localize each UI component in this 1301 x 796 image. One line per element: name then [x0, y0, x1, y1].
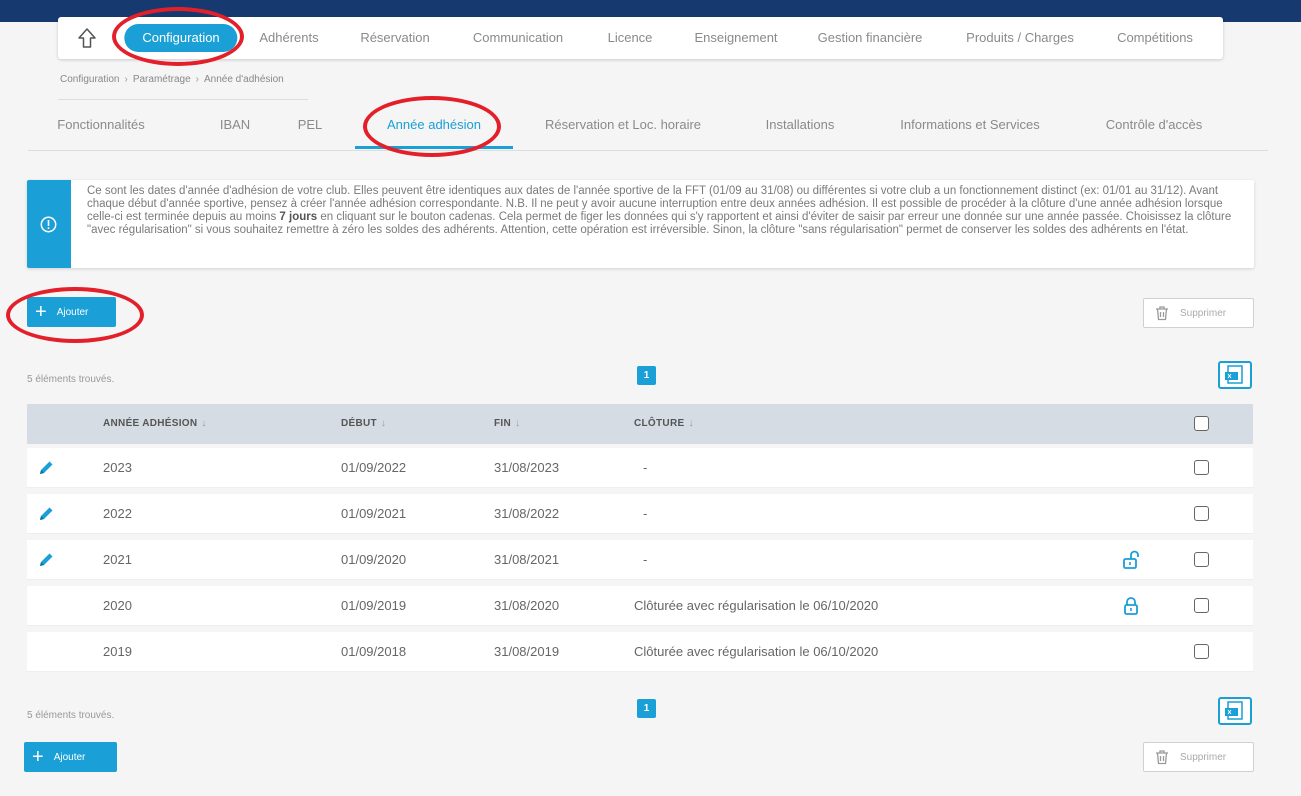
add-button-label: Ajouter	[56, 306, 89, 318]
table-header: ANNÉE ADHÉSION ↓ DÉBUT ↓ FIN ↓ CLÔTURE ↓	[27, 404, 1253, 444]
delete-button-top[interactable]: Supprimer	[1143, 298, 1254, 328]
nav-tab-competitions[interactable]: Compétitions	[1117, 17, 1193, 59]
breadcrumb-item-parametrage[interactable]: Paramétrage	[133, 74, 191, 85]
row-checkbox[interactable]	[1194, 644, 1209, 659]
table-row: 2021 01/09/2020 31/08/2021 -	[27, 540, 1253, 580]
excel-export-button-top[interactable]	[1218, 361, 1252, 389]
subtab-iban[interactable]: IBAN	[220, 117, 250, 132]
cell-end: 31/08/2022	[494, 506, 560, 521]
subtab-annee-adhesion[interactable]: Année adhésion	[387, 117, 481, 132]
delete-button-label: Supprimer	[1180, 751, 1227, 763]
breadcrumb-divider	[58, 99, 308, 100]
cell-start: 01/09/2021	[341, 506, 407, 521]
nav-tab-communication[interactable]: Communication	[473, 17, 563, 59]
subtab-installations[interactable]: Installations	[766, 117, 835, 132]
info-box: Ce sont les dates d'année d'adhésion de …	[27, 180, 1254, 268]
cell-end: 31/08/2020	[494, 598, 560, 613]
cell-start: 01/09/2020	[341, 552, 407, 567]
breadcrumb-item-configuration[interactable]: Configuration	[60, 74, 119, 85]
subtab-fonctionnalites[interactable]: Fonctionnalités	[57, 117, 144, 132]
breadcrumb-separator: ›	[195, 74, 199, 85]
locked-padlock-icon	[1124, 597, 1138, 615]
results-count-bottom: 5 éléments trouvés.	[27, 710, 115, 721]
nav-tab-produits-charges[interactable]: Produits / Charges	[966, 17, 1074, 59]
table-row: 2020 01/09/2019 31/08/2020 Clôturée avec…	[27, 586, 1253, 626]
delete-button-bottom[interactable]: Supprimer	[1143, 742, 1254, 772]
column-header-debut[interactable]: DÉBUT ↓	[341, 404, 386, 444]
subtab-pel[interactable]: PEL	[298, 117, 323, 132]
table-row: 2023 01/09/2022 31/08/2023 -	[27, 448, 1253, 488]
subtab-informations-services[interactable]: Informations et Services	[900, 117, 1039, 132]
add-button-bottom[interactable]: + Ajouter	[24, 742, 117, 772]
column-header-cloture[interactable]: CLÔTURE ↓	[634, 404, 694, 444]
edit-pencil-icon[interactable]	[37, 505, 55, 523]
cell-year: 2020	[103, 598, 132, 613]
cell-closure: Clôturée avec régularisation le 06/10/20…	[634, 598, 879, 613]
nav-tab-licence[interactable]: Licence	[608, 17, 653, 59]
sort-arrow-icon: ↓	[380, 418, 387, 429]
info-text: Ce sont les dates d'année d'adhésion de …	[87, 185, 1232, 236]
trash-icon	[1156, 750, 1168, 765]
main-nav: Configuration Adhérents Réservation Comm…	[58, 17, 1223, 59]
cell-closure: -	[643, 552, 648, 567]
subtab-controle-acces[interactable]: Contrôle d'accès	[1106, 117, 1202, 132]
subtab-divider	[28, 150, 1268, 151]
subtab-reservation-loc[interactable]: Réservation et Loc. horaire	[545, 117, 701, 132]
pagination-page-1-bottom[interactable]: 1	[637, 699, 656, 718]
delete-button-label: Supprimer	[1180, 307, 1227, 319]
nav-tab-configuration[interactable]: Configuration	[124, 24, 238, 52]
exclamation-circle-icon	[40, 216, 57, 233]
table-row: 2019 01/09/2018 31/08/2019 Clôturée avec…	[27, 632, 1253, 672]
cell-year: 2021	[103, 552, 132, 567]
cell-closure: -	[643, 506, 648, 521]
nav-tab-gestion-financiere[interactable]: Gestion financière	[818, 17, 923, 59]
cell-end: 31/08/2021	[494, 552, 560, 567]
sort-arrow-icon: ↓	[515, 418, 521, 429]
cell-start: 01/09/2022	[341, 460, 407, 475]
breadcrumb-item-annee: Année d'adhésion	[203, 74, 284, 85]
select-all-checkbox[interactable]	[1194, 416, 1209, 431]
column-header-annee[interactable]: ANNÉE ADHÉSION ↓	[103, 404, 207, 444]
unlocked-padlock-icon[interactable]	[1122, 550, 1140, 570]
edit-pencil-icon[interactable]	[37, 459, 55, 477]
cell-start: 01/09/2019	[341, 598, 407, 613]
cell-year: 2019	[103, 644, 132, 659]
cell-year: 2023	[103, 460, 132, 475]
excel-export-icon	[1225, 365, 1243, 384]
trash-icon	[1156, 306, 1168, 321]
table-row: 2022 01/09/2021 31/08/2022 -	[27, 494, 1253, 534]
breadcrumb-separator: ›	[124, 74, 128, 85]
cell-year: 2022	[103, 506, 132, 521]
add-button-top[interactable]: + Ajouter	[27, 297, 116, 327]
excel-export-button-bottom[interactable]	[1218, 697, 1252, 725]
info-bar	[27, 180, 71, 268]
sort-arrow-icon: ↓	[688, 418, 694, 429]
subtab-active-indicator	[355, 146, 513, 149]
excel-export-icon	[1225, 701, 1243, 720]
up-arrow-icon[interactable]	[76, 27, 98, 49]
cell-closure: -	[643, 460, 648, 475]
sort-arrow-icon: ↓	[201, 418, 207, 429]
plus-icon: +	[35, 301, 47, 323]
nav-tab-enseignement[interactable]: Enseignement	[694, 17, 777, 59]
row-checkbox[interactable]	[1194, 552, 1209, 567]
edit-pencil-icon[interactable]	[37, 551, 55, 569]
info-text-bold: 7 jours	[279, 211, 318, 223]
cell-end: 31/08/2019	[494, 644, 560, 659]
row-checkbox[interactable]	[1194, 598, 1209, 613]
nav-tab-adherents[interactable]: Adhérents	[259, 17, 318, 59]
pagination-page-1-top[interactable]: 1	[637, 366, 656, 385]
plus-icon: +	[32, 746, 44, 768]
cell-start: 01/09/2018	[341, 644, 407, 659]
add-button-label: Ajouter	[53, 751, 86, 763]
row-checkbox[interactable]	[1194, 460, 1209, 475]
results-count-top: 5 éléments trouvés.	[27, 374, 115, 385]
cell-closure: Clôturée avec régularisation le 06/10/20…	[634, 644, 879, 659]
nav-tab-reservation[interactable]: Réservation	[360, 17, 429, 59]
column-header-fin[interactable]: FIN ↓	[494, 404, 520, 444]
row-checkbox[interactable]	[1194, 506, 1209, 521]
breadcrumb: Configuration › Paramétrage › Année d'adhési…	[60, 74, 284, 85]
cell-end: 31/08/2023	[494, 460, 560, 475]
